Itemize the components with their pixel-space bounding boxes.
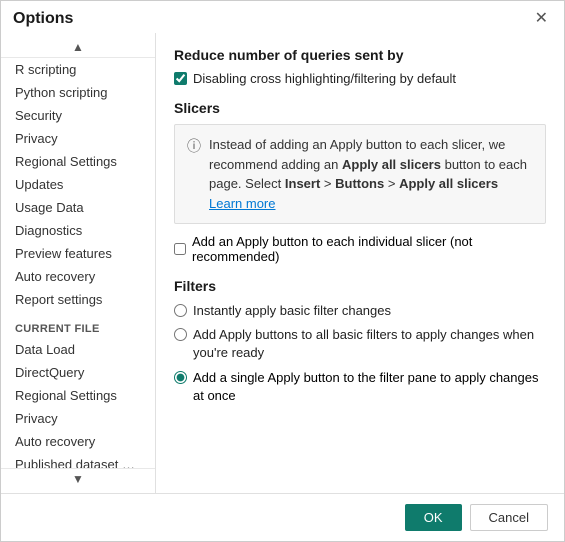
apply-individual-label: Add an Apply button to each individual s… xyxy=(192,234,546,264)
ok-button[interactable]: OK xyxy=(405,504,462,531)
sidebar-item-preview-features[interactable]: Preview features xyxy=(1,242,155,265)
learn-more-link[interactable]: Learn more xyxy=(209,196,275,211)
scroll-up-arrow[interactable]: ▲ xyxy=(1,37,155,58)
sidebar-item-regional-settings-cf[interactable]: Regional Settings xyxy=(1,384,155,407)
filter-option-single-apply: Add a single Apply button to the filter … xyxy=(174,369,546,405)
sidebar-item-auto-recovery-cf[interactable]: Auto recovery xyxy=(1,430,155,453)
sidebar: ▲ R scripting Python scripting Security … xyxy=(1,33,156,493)
page-title: Reduce number of queries sent by xyxy=(174,47,546,63)
buttons-bold: Buttons xyxy=(335,176,384,191)
sidebar-item-report-settings[interactable]: Report settings xyxy=(1,288,155,311)
cross-highlight-label: Disabling cross highlighting/filtering b… xyxy=(193,71,456,86)
options-dialog: Options ✕ ▲ R scripting Python scripting… xyxy=(0,0,565,542)
filter-instantly-radio[interactable] xyxy=(174,304,187,317)
cross-highlight-row: Disabling cross highlighting/filtering b… xyxy=(174,71,546,86)
sidebar-item-data-load[interactable]: Data Load xyxy=(1,338,155,361)
sidebar-item-security[interactable]: Security xyxy=(1,104,155,127)
apply-individual-checkbox[interactable] xyxy=(174,243,186,255)
filter-add-apply-label: Add Apply buttons to all basic filters t… xyxy=(193,326,546,362)
filter-option-instantly: Instantly apply basic filter changes xyxy=(174,302,546,320)
apply-all-slicers-bold2: Apply all slicers xyxy=(399,176,498,191)
close-button[interactable]: ✕ xyxy=(531,9,552,29)
title-bar: Options ✕ xyxy=(1,1,564,33)
sidebar-item-regional-settings[interactable]: Regional Settings xyxy=(1,150,155,173)
cancel-button[interactable]: Cancel xyxy=(470,504,548,531)
sidebar-item-diagnostics[interactable]: Diagnostics xyxy=(1,219,155,242)
info-icon: ⓘ xyxy=(187,136,201,157)
filter-add-apply-radio[interactable] xyxy=(174,328,187,341)
insert-bold: Insert xyxy=(285,176,320,191)
sidebar-item-directquery[interactable]: DirectQuery xyxy=(1,361,155,384)
current-file-header: CURRENT FILE xyxy=(1,315,155,338)
apply-all-slicers-bold: Apply all slicers xyxy=(342,157,441,172)
slicers-info-text: ⓘ Instead of adding an Apply button to e… xyxy=(187,135,533,213)
apply-individual-row: Add an Apply button to each individual s… xyxy=(174,234,546,264)
sidebar-scroll: R scripting Python scripting Security Pr… xyxy=(1,58,155,468)
sidebar-item-auto-recovery[interactable]: Auto recovery xyxy=(1,265,155,288)
filter-single-apply-label: Add a single Apply button to the filter … xyxy=(193,369,546,405)
slicers-title: Slicers xyxy=(174,100,546,116)
dialog-body: ▲ R scripting Python scripting Security … xyxy=(1,33,564,493)
sidebar-item-privacy-cf[interactable]: Privacy xyxy=(1,407,155,430)
main-content: Reduce number of queries sent by Disabli… xyxy=(156,33,564,493)
sidebar-item-published-dataset[interactable]: Published dataset set... xyxy=(1,453,155,468)
filter-option-add-apply: Add Apply buttons to all basic filters t… xyxy=(174,326,546,362)
filters-title: Filters xyxy=(174,278,546,294)
cross-highlight-checkbox[interactable] xyxy=(174,72,187,85)
sidebar-item-python-scripting[interactable]: Python scripting xyxy=(1,81,155,104)
sidebar-item-updates[interactable]: Updates xyxy=(1,173,155,196)
filter-single-apply-radio[interactable] xyxy=(174,371,187,384)
dialog-title: Options xyxy=(13,10,73,28)
slicers-info-box: ⓘ Instead of adding an Apply button to e… xyxy=(174,124,546,224)
sidebar-item-r-scripting[interactable]: R scripting xyxy=(1,58,155,81)
slicers-info-content: Instead of adding an Apply button to eac… xyxy=(209,135,533,213)
sidebar-item-usage-data[interactable]: Usage Data xyxy=(1,196,155,219)
filter-instantly-label: Instantly apply basic filter changes xyxy=(193,302,391,320)
scroll-down-arrow[interactable]: ▼ xyxy=(1,468,155,489)
filters-section: Filters Instantly apply basic filter cha… xyxy=(174,278,546,405)
dialog-footer: OK Cancel xyxy=(1,493,564,541)
sidebar-item-privacy[interactable]: Privacy xyxy=(1,127,155,150)
